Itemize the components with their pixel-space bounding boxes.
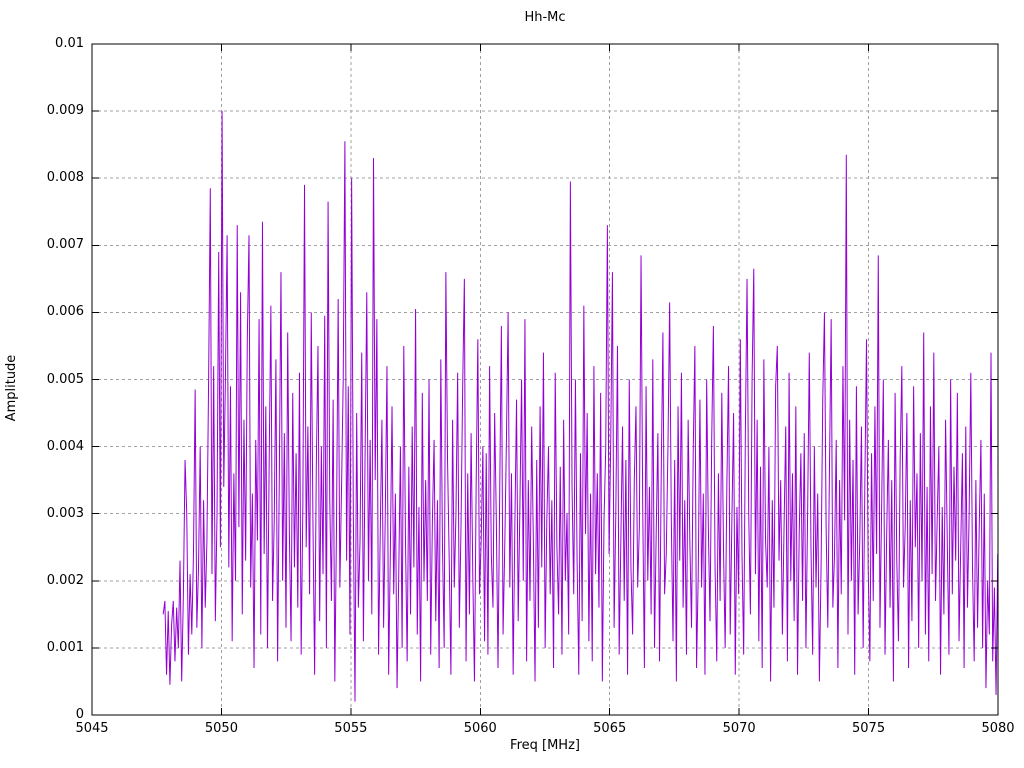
y-tick-label: 0.004 (46, 438, 84, 454)
y-tick-label: 0.006 (46, 304, 84, 320)
y-axis-label: Amplitude (4, 354, 19, 422)
y-tick-label: 0.001 (46, 639, 84, 655)
y-tick-label: 0.002 (46, 572, 84, 588)
x-tick-label: 5045 (75, 721, 109, 736)
y-tick-label: 0.01 (55, 36, 84, 51)
x-tick-label: 5080 (981, 721, 1015, 736)
y-tick-label: 0.005 (46, 371, 84, 387)
x-tick-label: 5055 (334, 721, 368, 736)
y-tick-label: 0.008 (46, 170, 84, 186)
x-tick-label: 5075 (852, 721, 886, 736)
chart-title: Hh-Mc (524, 10, 566, 25)
y-tick-label: 0.009 (46, 103, 84, 119)
y-tick-label: 0.003 (46, 505, 84, 521)
plot-canvas (91, 43, 999, 716)
x-tick-label: 5065 (593, 721, 627, 736)
x-tick-label: 5070 (722, 721, 756, 736)
y-tick-label: 0.007 (46, 237, 84, 253)
gnuplot-chart: Hh-Mc Freq [MHz] Amplitude 0 0.001 0.002 0.… (0, 0, 1024, 768)
x-tick-label: 5050 (204, 721, 238, 736)
x-axis-label: Freq [MHz] (510, 738, 580, 753)
spectrum-line (162, 111, 999, 702)
x-tick-label: 5060 (463, 721, 497, 736)
